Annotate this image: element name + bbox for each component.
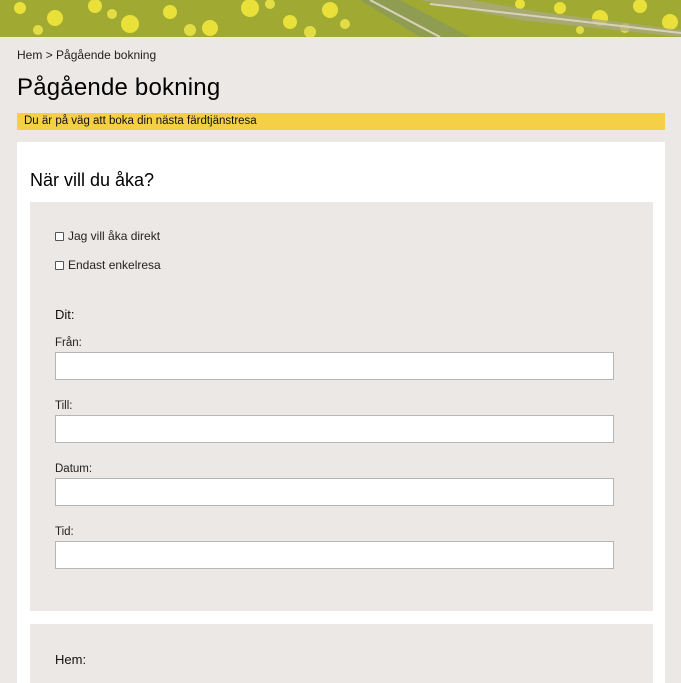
time-label: Tid: — [55, 526, 74, 538]
breadcrumb-separator: > — [45, 48, 53, 62]
return-panel: Hem: — [30, 624, 653, 683]
outbound-panel: Jag vill åka direkt Endast enkelresa Dit… — [30, 202, 653, 611]
notice-banner: Du är på väg att boka din nästa färdtjän… — [17, 113, 665, 130]
to-label: Till: — [55, 400, 73, 412]
breadcrumb-current: Pågående bokning — [56, 48, 157, 62]
return-heading: Hem: — [55, 652, 87, 667]
from-label: Från: — [55, 337, 82, 349]
date-input[interactable] — [55, 478, 614, 506]
breadcrumb: Hem > Pågående bokning — [17, 48, 156, 62]
travel-now-label: Jag vill åka direkt — [68, 229, 161, 243]
date-label: Datum: — [55, 463, 93, 475]
outbound-heading: Dit: — [55, 307, 75, 322]
time-input[interactable] — [55, 541, 614, 569]
page-title: Pågående bokning — [17, 74, 221, 101]
booking-card: När vill du åka? Jag vill åka direkt End… — [17, 142, 665, 683]
one-way-label: Endast enkelresa — [68, 258, 161, 272]
to-input[interactable] — [55, 415, 614, 443]
booking-section-title: När vill du åka? — [30, 170, 155, 190]
header-banner-image — [0, 0, 681, 37]
one-way-checkbox[interactable] — [55, 260, 64, 270]
from-input[interactable] — [55, 352, 614, 380]
travel-now-option[interactable]: Jag vill åka direkt — [55, 229, 160, 243]
travel-now-checkbox[interactable] — [55, 231, 64, 241]
one-way-option[interactable]: Endast enkelresa — [55, 258, 161, 272]
breadcrumb-home-link[interactable]: Hem — [17, 48, 42, 62]
